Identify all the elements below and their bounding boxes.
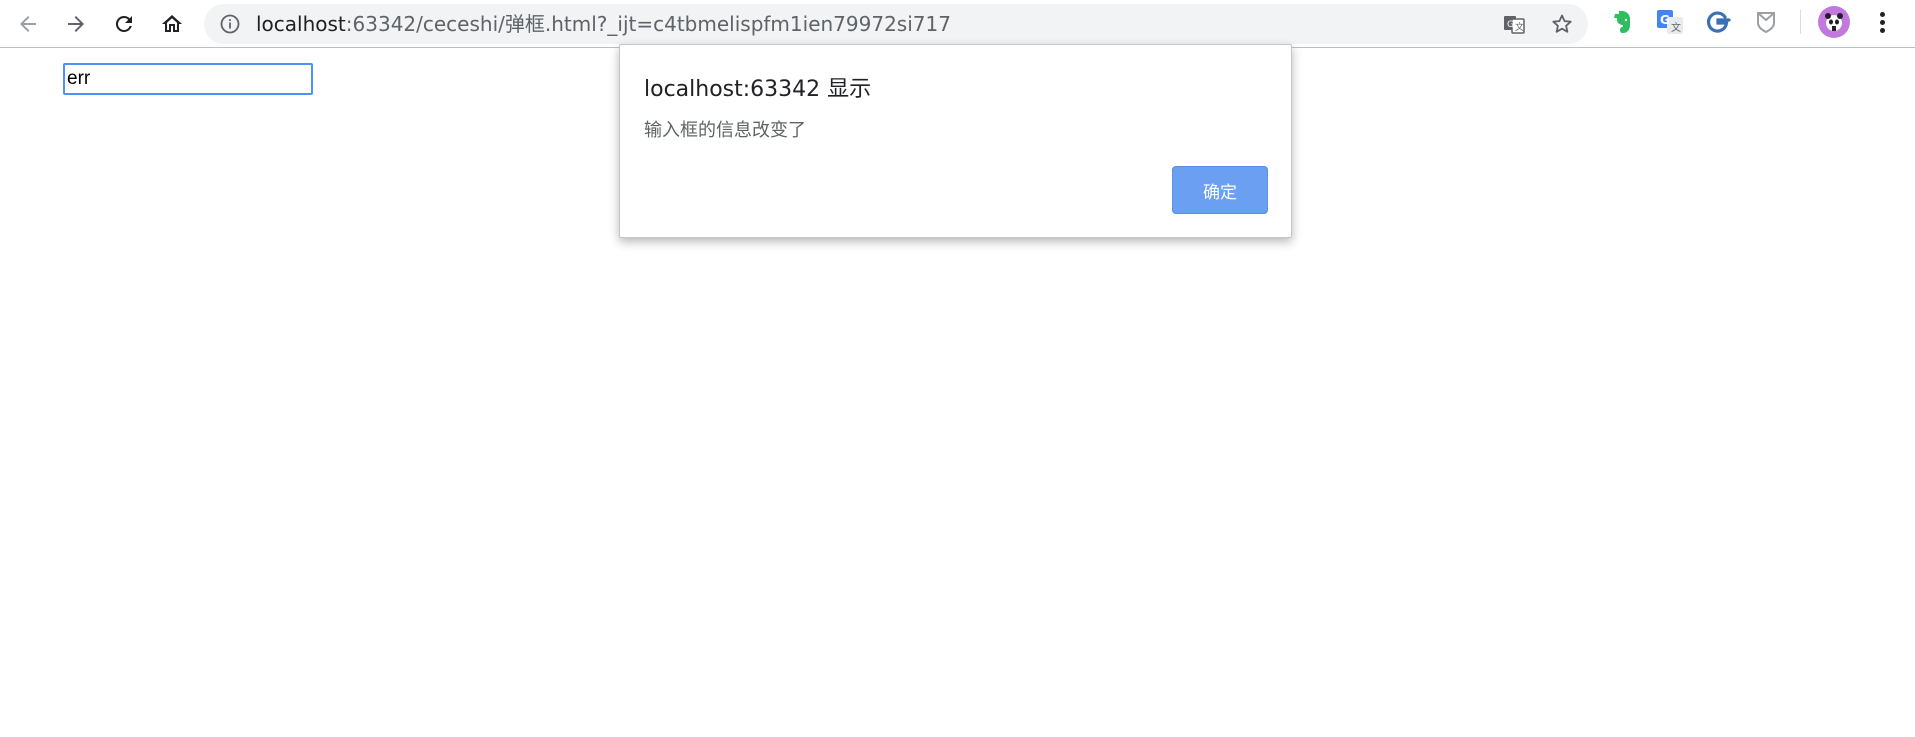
url-path: :63342/ceceshi/弹框.html?_ijt=c4tbmelispfm… [345, 12, 951, 36]
forward-button[interactable] [56, 4, 96, 44]
alert-dialog: localhost:63342 显示 输入框的信息改变了 确定 [619, 44, 1292, 238]
home-button[interactable] [152, 4, 192, 44]
translate-button[interactable]: G 文 [1502, 12, 1526, 36]
svg-text:G: G [1507, 20, 1514, 30]
reload-button[interactable] [104, 4, 144, 44]
chrome-menu-button[interactable] [1868, 6, 1896, 38]
google-translate-icon: G 文 [1657, 10, 1683, 34]
google-translate-extension[interactable]: G 文 [1656, 8, 1684, 36]
panda-avatar-icon [1825, 13, 1843, 31]
grammarly-extension[interactable] [1704, 8, 1732, 36]
menu-dot [1879, 27, 1885, 33]
svg-text:文: 文 [1515, 21, 1524, 33]
toolbar-separator [1800, 10, 1801, 34]
address-bar[interactable]: localhost:63342/ceceshi/弹框.html?_ijt=c4t… [204, 4, 1588, 44]
browser-toolbar: localhost:63342/ceceshi/弹框.html?_ijt=c4t… [0, 0, 1915, 48]
dialog-title: localhost:63342 显示 [644, 77, 872, 102]
shield-extension[interactable] [1752, 8, 1780, 36]
reload-icon [115, 15, 132, 32]
shield-icon [1757, 12, 1775, 34]
info-icon[interactable] [220, 14, 240, 34]
arrow-left-icon [20, 16, 36, 32]
evernote-extension[interactable] [1608, 8, 1636, 36]
arrow-right-icon [68, 16, 84, 32]
url-host: localhost [256, 12, 346, 36]
back-button[interactable] [8, 4, 48, 44]
svg-text:G: G [1660, 13, 1670, 27]
translate-icon: G 文 [1504, 16, 1525, 34]
svg-text:文: 文 [1671, 21, 1681, 34]
url-text[interactable]: localhost:63342/ceceshi/弹框.html?_ijt=c4t… [256, 4, 951, 44]
evernote-icon [1614, 11, 1630, 33]
dialog-message: 输入框的信息改变了 [644, 120, 806, 141]
home-icon [162, 15, 182, 32]
page-text-input[interactable] [63, 63, 313, 95]
bookmark-star-button[interactable] [1550, 12, 1574, 36]
menu-dot [1879, 19, 1885, 25]
ok-button[interactable]: 确定 [1172, 166, 1268, 214]
menu-dot [1879, 11, 1885, 17]
g-arrow-icon [1707, 11, 1731, 33]
profile-avatar[interactable] [1818, 6, 1850, 38]
star-icon [1552, 14, 1572, 33]
